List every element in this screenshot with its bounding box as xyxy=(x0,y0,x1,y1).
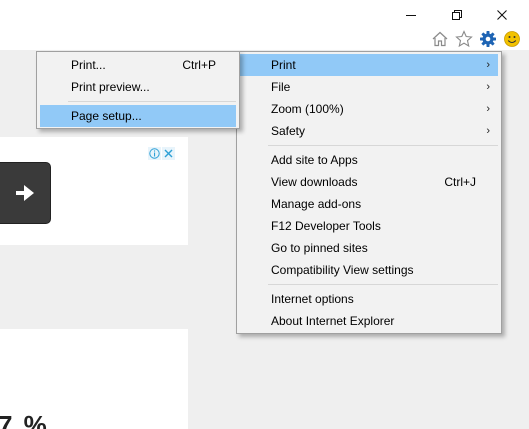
smiley-feedback-icon[interactable] xyxy=(502,29,522,49)
minimize-icon[interactable] xyxy=(400,4,422,26)
menu-item-print[interactable]: Print › xyxy=(240,54,498,76)
tools-menu: Print › File › Zoom (100%) › Safety › Ad… xyxy=(236,51,502,334)
menu-item-label: Manage add-ons xyxy=(271,197,362,211)
tools-gear-icon[interactable] xyxy=(478,29,498,49)
menu-item-label: Print... xyxy=(71,58,106,72)
title-bar xyxy=(0,0,529,50)
menu-item-label: Compatibility View settings xyxy=(271,263,414,277)
close-icon[interactable] xyxy=(162,147,175,160)
menu-item-label: About Internet Explorer xyxy=(271,314,395,328)
next-arrow-button[interactable] xyxy=(0,162,51,224)
restore-icon[interactable] xyxy=(446,4,468,26)
menu-item-safety[interactable]: Safety › xyxy=(240,120,498,142)
menu-item-f12-developer-tools[interactable]: F12 Developer Tools xyxy=(240,215,498,237)
menu-item-internet-options[interactable]: Internet options xyxy=(240,288,498,310)
menu-item-label: F12 Developer Tools xyxy=(271,219,381,233)
menu-item-zoom[interactable]: Zoom (100%) › xyxy=(240,98,498,120)
info-icon[interactable] xyxy=(148,147,161,160)
menu-separator xyxy=(68,101,236,102)
menu-item-label: View downloads xyxy=(271,175,358,189)
menu-item-label: Page setup... xyxy=(71,109,142,123)
chevron-right-icon: › xyxy=(486,81,490,93)
menu-item-shortcut: Ctrl+J xyxy=(444,175,476,189)
menu-item-view-downloads[interactable]: View downloads Ctrl+J xyxy=(240,171,498,193)
menu-item-add-site-to-apps[interactable]: Add site to Apps xyxy=(240,149,498,171)
menu-item-manage-add-ons[interactable]: Manage add-ons xyxy=(240,193,498,215)
arrow-right-icon xyxy=(16,185,34,201)
menu-item-print-dialog[interactable]: Print... Ctrl+P xyxy=(40,54,236,76)
print-submenu: Print... Ctrl+P Print preview... Page se… xyxy=(36,51,240,129)
menu-item-file[interactable]: File › xyxy=(240,76,498,98)
menu-item-label: Print xyxy=(271,58,296,72)
browser-window: 7 % Print › File › Zoom (100%) › Safety … xyxy=(0,0,529,429)
ad-badges xyxy=(148,147,175,161)
chevron-right-icon: › xyxy=(486,103,490,115)
menu-item-page-setup[interactable]: Page setup... xyxy=(40,105,236,127)
close-icon[interactable] xyxy=(491,4,513,26)
home-icon[interactable] xyxy=(430,29,450,49)
menu-separator xyxy=(268,284,498,285)
headline-text: 7 % xyxy=(0,410,49,429)
menu-item-label: Add site to Apps xyxy=(271,153,358,167)
menu-item-label: Internet options xyxy=(271,292,354,306)
menu-item-pinned-sites[interactable]: Go to pinned sites xyxy=(240,237,498,259)
menu-item-label: Zoom (100%) xyxy=(271,102,344,116)
menu-item-print-preview[interactable]: Print preview... xyxy=(40,76,236,98)
menu-item-label: Go to pinned sites xyxy=(271,241,368,255)
menu-item-about-ie[interactable]: About Internet Explorer xyxy=(240,310,498,332)
menu-item-label: File xyxy=(271,80,291,94)
menu-item-label: Print preview... xyxy=(71,80,150,94)
menu-item-label: Safety xyxy=(271,124,306,138)
menu-separator xyxy=(268,145,498,146)
menu-item-shortcut: Ctrl+P xyxy=(182,58,216,72)
favorites-star-icon[interactable] xyxy=(454,29,474,49)
chevron-right-icon: › xyxy=(486,59,490,71)
chevron-right-icon: › xyxy=(486,125,490,137)
menu-item-compatibility-view[interactable]: Compatibility View settings xyxy=(240,259,498,281)
